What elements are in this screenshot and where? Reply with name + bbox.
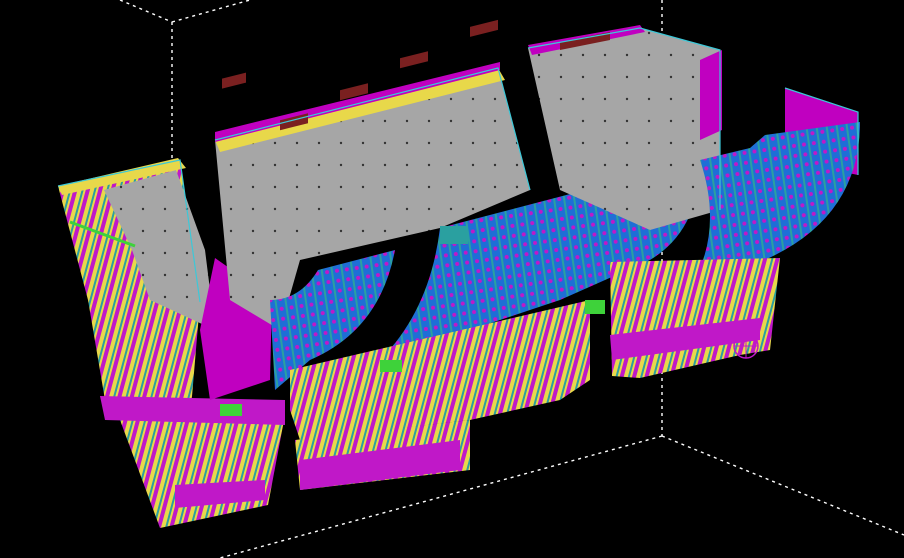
- cad-viewport[interactable]: [0, 0, 904, 558]
- bracket-2: [380, 360, 402, 372]
- 3d-model-view[interactable]: [0, 0, 904, 558]
- bracket-3: [585, 300, 605, 314]
- bracket-1: [220, 404, 242, 416]
